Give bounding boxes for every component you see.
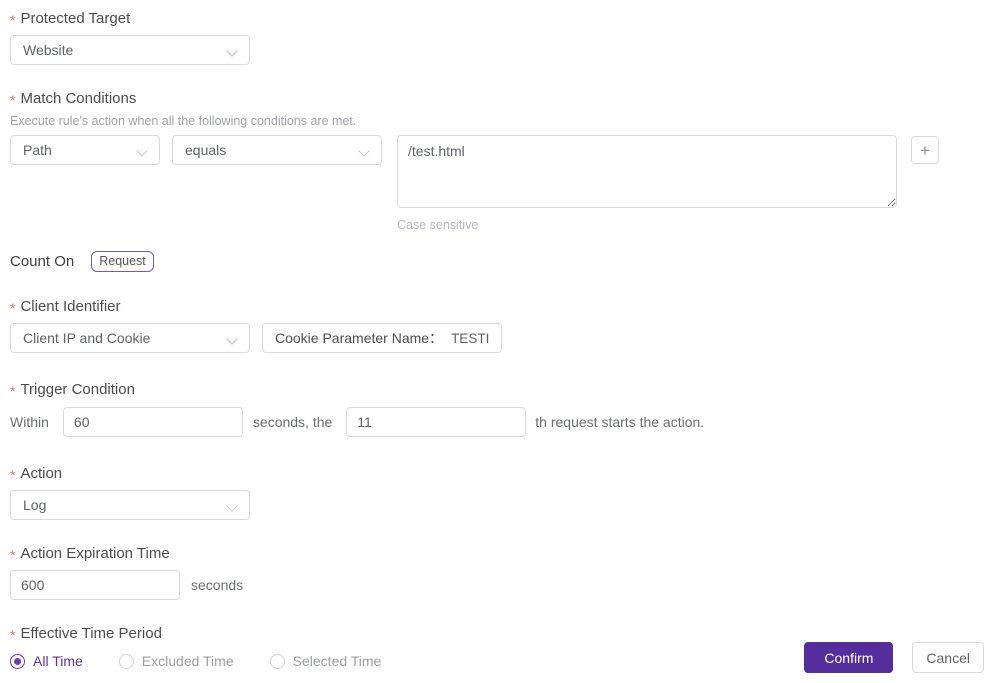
radio-selected-time[interactable]: Selected Time <box>269 653 382 669</box>
rule-form: * Protected Target Website * Match Condi… <box>0 0 995 683</box>
trigger-count-input[interactable] <box>346 407 527 437</box>
cookie-parameter-input[interactable] <box>451 330 501 346</box>
trigger-prefix-text: Within <box>10 414 49 430</box>
form-footer: Confirm Cancel <box>804 642 984 673</box>
confirm-button[interactable]: Confirm <box>804 642 894 673</box>
client-identifier-row: Client IP and Cookie Cookie Parameter Na… <box>10 323 984 353</box>
action-expiration-label-text: Action Expiration Time <box>20 545 170 562</box>
protected-target-value: Website <box>23 42 74 58</box>
cancel-button[interactable]: Cancel <box>912 642 984 673</box>
match-field-value: Path <box>23 142 52 158</box>
section-match-conditions: * Match Conditions Execute rule's action… <box>10 90 984 232</box>
match-operator-select[interactable]: equals <box>172 135 382 165</box>
count-on-label: Count On <box>10 253 75 270</box>
chevron-down-icon <box>360 146 369 155</box>
chevron-down-icon <box>228 501 237 510</box>
effective-time-label: * Effective Time Period <box>10 625 984 643</box>
section-protected-target: * Protected Target Website <box>10 10 984 65</box>
client-identifier-value: Client IP and Cookie <box>23 330 151 346</box>
cookie-parameter-box: Cookie Parameter Name： <box>262 323 502 353</box>
action-expiration-row: seconds <box>10 570 984 600</box>
trigger-condition-label-text: Trigger Condition <box>20 381 135 398</box>
required-asterisk: * <box>10 466 16 483</box>
section-trigger-condition: * Trigger Condition Within seconds, the … <box>10 381 984 437</box>
chevron-down-icon <box>228 46 237 55</box>
action-label-text: Action <box>20 465 63 482</box>
section-action: * Action Log <box>10 465 984 520</box>
trigger-middle-text: seconds, the <box>252 414 333 430</box>
action-value: Log <box>23 497 47 513</box>
protected-target-label: * Protected Target <box>10 10 984 28</box>
chevron-down-icon <box>138 146 147 155</box>
match-conditions-label: * Match Conditions <box>10 90 984 108</box>
case-sensitive-hint: Case sensitive <box>397 218 479 232</box>
plus-icon: + <box>920 140 930 160</box>
match-conditions-label-text: Match Conditions <box>20 90 137 107</box>
match-operator-value: equals <box>185 142 227 158</box>
protected-target-label-text: Protected Target <box>20 10 131 27</box>
radio-icon <box>269 653 285 669</box>
match-conditions-description: Execute rule's action when all the follo… <box>10 114 357 128</box>
expiration-seconds-input[interactable] <box>10 570 180 600</box>
section-action-expiration: * Action Expiration Time seconds <box>10 545 984 600</box>
client-identifier-label-text: Client Identifier <box>20 298 121 315</box>
cookie-parameter-label: Cookie Parameter Name： <box>275 330 444 346</box>
section-count-on: Count On Request <box>10 251 984 272</box>
radio-all-time-label: All Time <box>33 653 83 669</box>
required-asterisk: * <box>10 91 16 108</box>
trigger-condition-label: * Trigger Condition <box>10 381 984 399</box>
trigger-seconds-input[interactable] <box>62 407 243 437</box>
radio-excluded-time-label: Excluded Time <box>141 653 234 669</box>
client-identifier-label: * Client Identifier <box>10 298 984 316</box>
protected-target-select[interactable]: Website <box>10 35 250 65</box>
trigger-suffix-text: th request starts the action. <box>535 414 705 430</box>
pattern-wrap: /test.html <box>397 135 897 213</box>
required-asterisk: * <box>10 382 16 399</box>
action-expiration-label: * Action Expiration Time <box>10 545 984 563</box>
expiration-unit-text: seconds <box>191 577 244 593</box>
required-asterisk: * <box>10 626 16 643</box>
radio-selected-time-label: Selected Time <box>292 653 382 669</box>
action-label: * Action <box>10 465 984 483</box>
chevron-down-icon <box>228 334 237 343</box>
radio-icon <box>10 653 25 669</box>
required-asterisk: * <box>10 546 16 563</box>
section-client-identifier: * Client Identifier Client IP and Cookie… <box>10 298 984 353</box>
match-pattern-textarea[interactable]: /test.html <box>397 135 897 208</box>
radio-icon <box>118 653 134 669</box>
radio-excluded-time[interactable]: Excluded Time <box>118 653 234 669</box>
add-condition-button[interactable]: + <box>911 136 939 164</box>
radio-all-time[interactable]: All Time <box>10 653 83 669</box>
required-asterisk: * <box>10 11 16 28</box>
match-field-select[interactable]: Path <box>10 135 160 165</box>
trigger-condition-row: Within seconds, the th request starts th… <box>10 407 984 437</box>
match-condition-row: Path equals /test.html + <box>10 135 984 213</box>
client-identifier-select[interactable]: Client IP and Cookie <box>10 323 250 353</box>
effective-time-label-text: Effective Time Period <box>20 625 162 642</box>
count-on-request-badge[interactable]: Request <box>91 251 154 272</box>
action-select[interactable]: Log <box>10 490 250 520</box>
required-asterisk: * <box>10 299 16 316</box>
